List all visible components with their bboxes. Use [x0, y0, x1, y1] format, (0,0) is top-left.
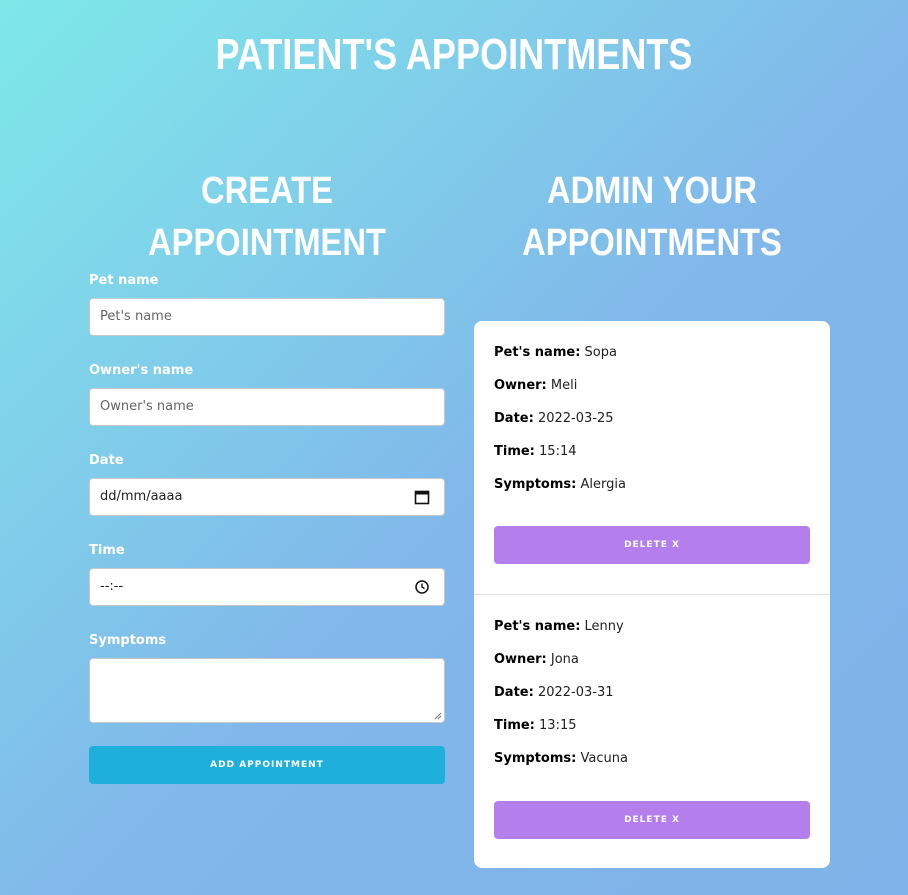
owner-row: Owner: Meli — [494, 376, 810, 409]
pet-label: Pet's name: — [494, 619, 581, 634]
date-placeholder: dd/mm/aaaa — [100, 489, 183, 504]
owner-label: Owner: — [494, 652, 547, 667]
date-label: Date — [89, 453, 124, 468]
time-label: Time — [89, 543, 125, 558]
symptoms-label: Symptoms — [89, 633, 167, 648]
owner-value: Jona — [550, 652, 579, 667]
time-input[interactable]: --:-- — [89, 568, 445, 606]
time-value: 15:14 — [539, 444, 577, 459]
symptoms-row: Symptoms: Alergia — [494, 475, 810, 508]
time-label: Time: — [494, 718, 535, 733]
pet-label: Pet's name: — [494, 345, 581, 360]
date-value: 2022-03-31 — [537, 685, 614, 700]
pet-name-input[interactable]: Pet's name — [89, 298, 445, 336]
resize-grip-icon[interactable] — [434, 712, 442, 720]
delete-button[interactable]: DELETE x — [494, 801, 810, 839]
pet-value: Sopa — [584, 345, 617, 360]
date-label: Date: — [494, 685, 534, 700]
time-value: 13:15 — [539, 718, 577, 733]
clock-icon[interactable] — [414, 579, 430, 595]
owner-value: Meli — [550, 378, 578, 393]
time-label: Time: — [494, 444, 535, 459]
date-label: Date: — [494, 411, 534, 426]
symptoms-textarea[interactable] — [89, 658, 445, 723]
date-value: 2022-03-25 — [537, 411, 614, 426]
appointment-card: Pet's name: Lenny Owner: Jona Date: 2022… — [474, 594, 830, 868]
symptoms-label: Symptoms: — [494, 751, 577, 766]
symptoms-row: Symptoms: Vacuna — [494, 749, 810, 782]
delete-button[interactable]: DELETE x — [494, 526, 810, 564]
symptoms-value: Vacuna — [580, 751, 628, 766]
pet-value: Lenny — [584, 619, 624, 634]
time-row: Time: 15:14 — [494, 442, 810, 475]
appointment-card: Pet's name: Sopa Owner: Meli Date: 2022-… — [474, 321, 830, 594]
time-placeholder: --:-- — [100, 579, 124, 594]
time-row: Time: 13:15 — [494, 716, 810, 749]
pet-name-label: Pet name — [89, 273, 159, 288]
pet-row: Pet's name: Sopa — [494, 343, 810, 376]
pet-row: Pet's name: Lenny — [494, 617, 810, 650]
date-row: Date: 2022-03-31 — [494, 683, 810, 716]
create-appointment-title: CREATE APPOINTMENT — [148, 170, 386, 264]
owner-label: Owner: — [494, 378, 547, 393]
date-input[interactable]: dd/mm/aaaa — [89, 478, 445, 516]
calendar-icon[interactable] — [414, 489, 430, 505]
page-title: PATIENT'S APPOINTMENTS — [215, 30, 693, 79]
owner-row: Owner: Jona — [494, 650, 810, 683]
owner-name-input[interactable]: Owner's name — [89, 388, 445, 426]
appointment-list: Pet's name: Sopa Owner: Meli Date: 2022-… — [474, 321, 830, 868]
admin-appointments-title: ADMIN YOUR APPOINTMENTS — [522, 170, 782, 264]
symptoms-label: Symptoms: — [494, 477, 577, 492]
owner-name-label: Owner's name — [89, 363, 194, 378]
appointment-form: Pet name Pet's name Owner's name Owner's… — [89, 272, 445, 784]
date-row: Date: 2022-03-25 — [494, 409, 810, 442]
add-appointment-button[interactable]: ADD APPOINTMENT — [89, 746, 445, 784]
symptoms-value: Alergia — [580, 477, 626, 492]
